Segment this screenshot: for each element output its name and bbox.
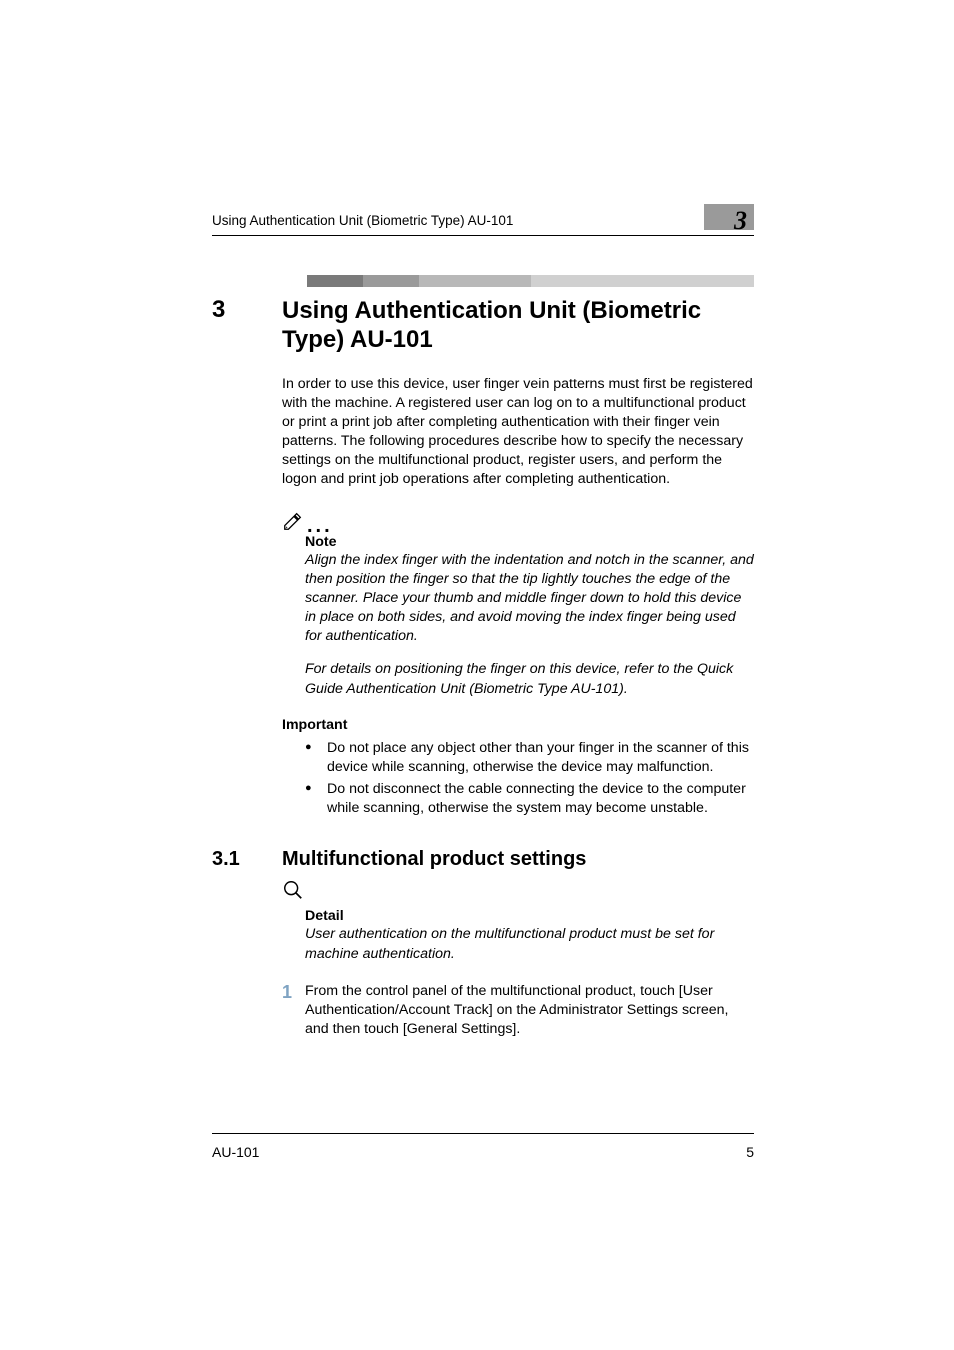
list-item: Do not place any object other than your … bbox=[305, 739, 754, 777]
chapter-title: 3 Using Authentication Unit (Biometric T… bbox=[212, 296, 754, 355]
chapter-number: 3 bbox=[212, 296, 282, 324]
section-divider-bar bbox=[212, 275, 754, 287]
page-footer: AU-101 5 bbox=[212, 1144, 754, 1160]
intro-paragraph: In order to use this device, user finger… bbox=[282, 375, 754, 490]
footer-page-number: 5 bbox=[746, 1144, 754, 1160]
header-rule bbox=[212, 235, 754, 236]
section-heading: 3.1 Multifunctional product settings bbox=[212, 848, 754, 871]
detail-heading: Detail bbox=[305, 908, 754, 924]
section-title: Multifunctional product settings bbox=[282, 848, 586, 871]
step-text: From the control panel of the multifunct… bbox=[305, 982, 754, 1040]
note-paragraph-2: For details on positioning the finger on… bbox=[305, 660, 754, 698]
note-paragraph-1: Align the index finger with the indentat… bbox=[305, 551, 754, 647]
footer-model: AU-101 bbox=[212, 1144, 259, 1160]
note-heading: Note bbox=[305, 534, 754, 550]
detail-body: User authentication on the multifunction… bbox=[305, 925, 754, 963]
footer-rule bbox=[212, 1133, 754, 1134]
section-number: 3.1 bbox=[212, 848, 282, 871]
magnifier-icon bbox=[282, 879, 304, 901]
step-number: 1 bbox=[212, 982, 305, 1001]
pencil-icon bbox=[282, 510, 304, 532]
list-item: Do not disconnect the cable connecting t… bbox=[305, 780, 754, 818]
note-icon: ... bbox=[282, 510, 754, 532]
ellipsis-icon: ... bbox=[307, 521, 333, 532]
chapter-title-text: Using Authentication Unit (Biometric Typ… bbox=[282, 296, 754, 355]
chapter-badge-number: 3 bbox=[734, 206, 747, 236]
important-list: Do not place any object other than your … bbox=[305, 739, 754, 819]
detail-icon bbox=[282, 879, 754, 906]
running-title: Using Authentication Unit (Biometric Typ… bbox=[212, 213, 513, 228]
important-heading: Important bbox=[282, 717, 754, 733]
running-header: Using Authentication Unit (Biometric Typ… bbox=[212, 212, 754, 240]
step-1: 1 From the control panel of the multifun… bbox=[212, 982, 754, 1040]
